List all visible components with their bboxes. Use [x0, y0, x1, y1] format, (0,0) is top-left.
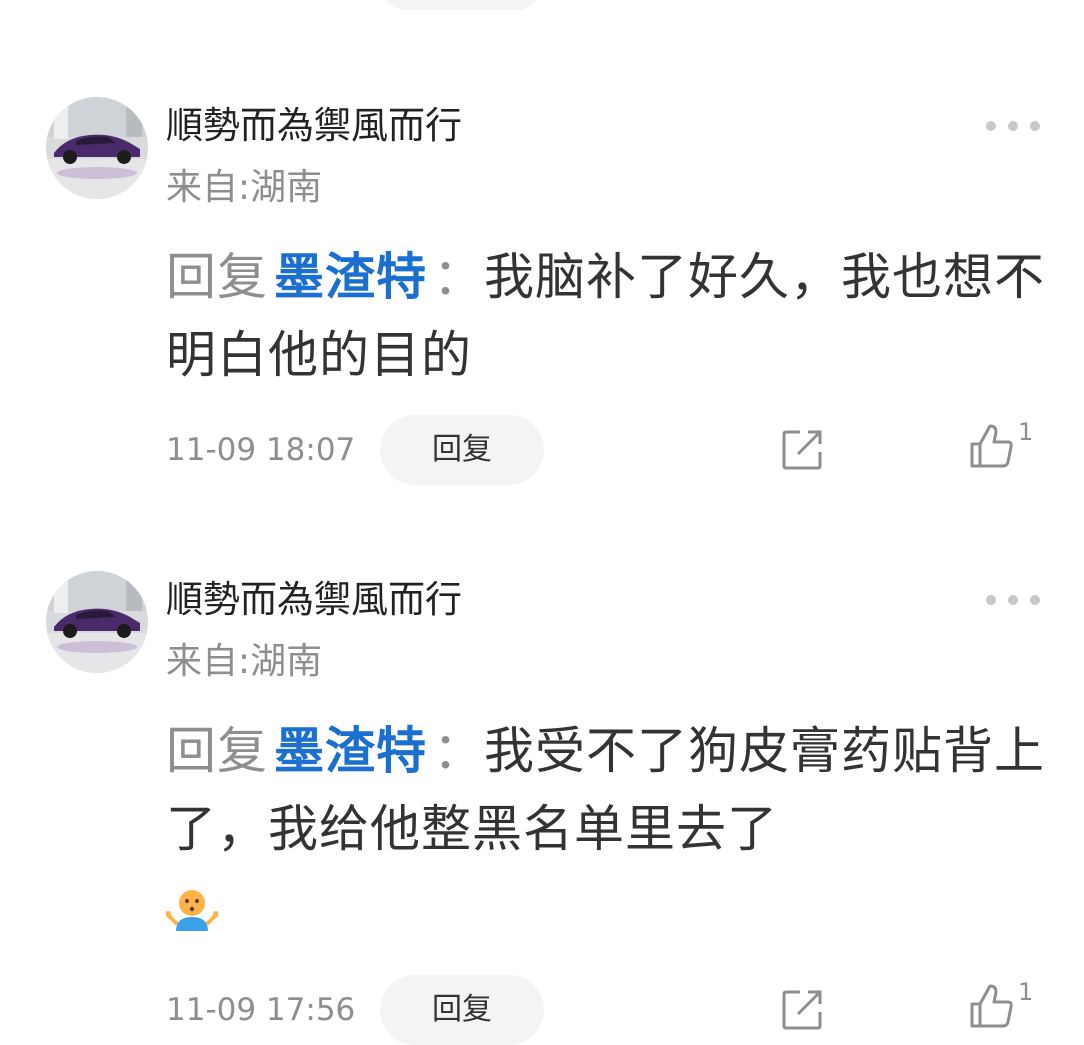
mention-link[interactable]: 墨渣特 — [274, 722, 427, 780]
separator: ： — [433, 722, 484, 780]
reply-prefix: 回复 — [166, 248, 268, 306]
avatar[interactable] — [46, 97, 148, 199]
like-count: 1 — [1018, 978, 1034, 1006]
avatar-car-image — [46, 97, 148, 199]
comment-content: 回复 墨渣特 ：我脑补了好久，我也想不明白他的目的 — [166, 238, 1046, 394]
more-options-icon[interactable] — [986, 114, 1040, 138]
mention-link[interactable]: 墨渣特 — [274, 248, 427, 306]
thumbs-up-icon[interactable] — [968, 982, 1016, 1030]
location-label: 来自:湖南 — [166, 167, 323, 208]
timestamp: 11-09 18:07 — [166, 432, 356, 468]
thumbs-up-icon[interactable] — [968, 422, 1016, 470]
username[interactable]: 順勢而為禦風而行 — [166, 104, 462, 148]
reply-button[interactable]: 回复 — [380, 415, 544, 485]
share-icon[interactable] — [780, 986, 826, 1032]
comment-content: 回复 墨渣特 ：我受不了狗皮膏药贴背上了，我给他整黑名单里去了 — [166, 712, 1046, 946]
separator: ： — [433, 248, 484, 306]
location-label: 来自:湖南 — [166, 641, 323, 682]
like-count: 1 — [1018, 418, 1034, 446]
reply-button[interactable]: 回复 — [380, 975, 544, 1045]
avatar-car-image — [46, 571, 148, 673]
previous-reply-button[interactable] — [382, 0, 542, 10]
more-options-icon[interactable] — [986, 588, 1040, 612]
username[interactable]: 順勢而為禦風而行 — [166, 578, 462, 622]
shrug-person-emoji — [166, 889, 218, 931]
timestamp: 11-09 17:56 — [166, 992, 356, 1028]
share-icon[interactable] — [780, 426, 826, 472]
reply-prefix: 回复 — [166, 722, 268, 780]
avatar[interactable] — [46, 571, 148, 673]
